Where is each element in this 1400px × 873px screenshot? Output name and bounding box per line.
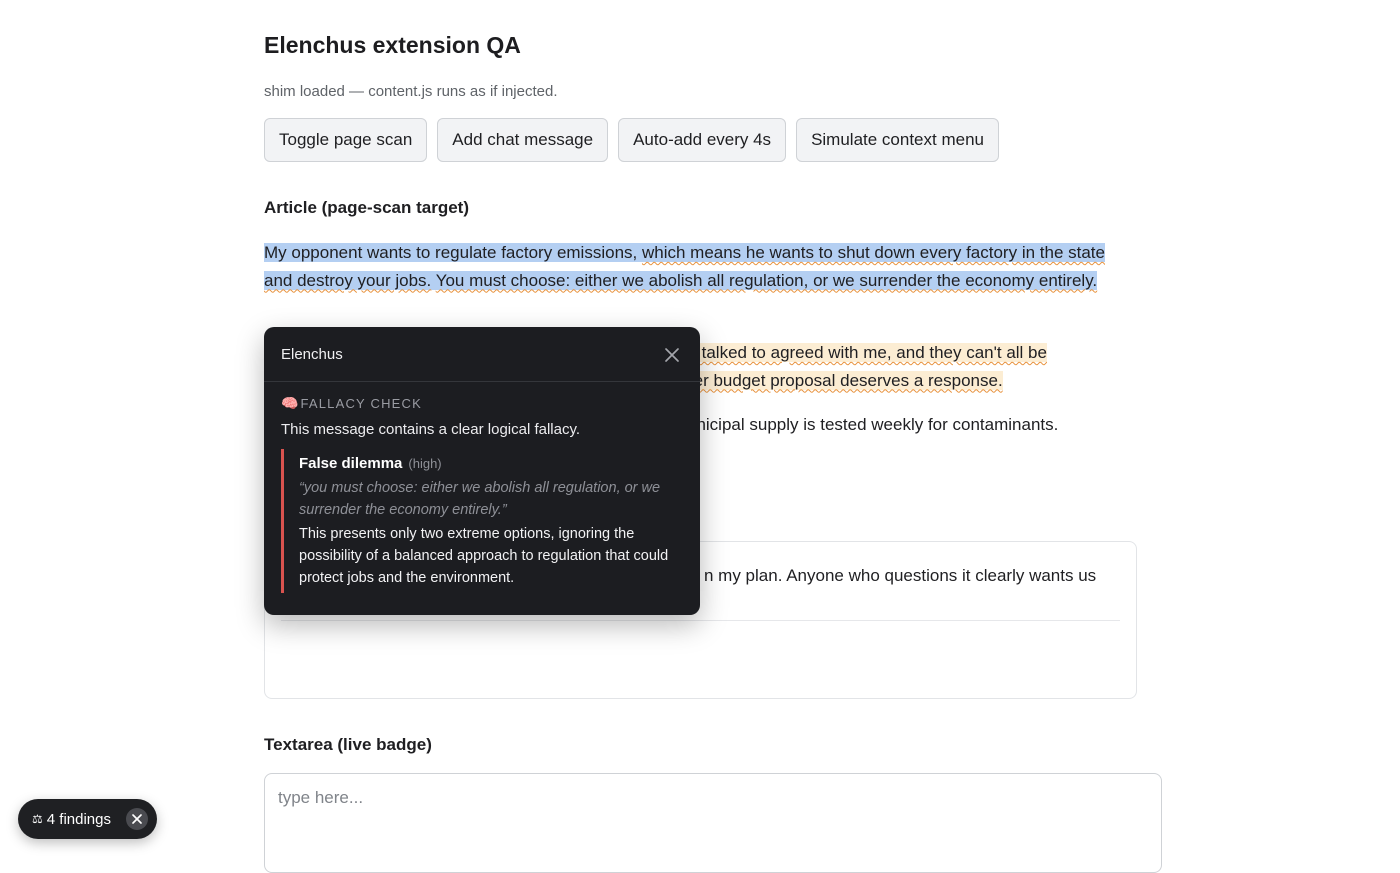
page-title: Elenchus extension QA bbox=[264, 32, 521, 58]
popup-title: Elenchus bbox=[281, 346, 343, 363]
finding-card: False dilemma (high) “you must choose: ei… bbox=[281, 449, 683, 593]
brain-icon: 🧠 bbox=[281, 395, 299, 411]
textarea-heading: Textarea (live badge) bbox=[264, 735, 432, 754]
article-paragraph-1[interactable]: My opponent wants to regulate factory em… bbox=[264, 239, 1124, 294]
finding-name: False dilemma (high) bbox=[299, 455, 442, 472]
close-icon[interactable] bbox=[662, 345, 682, 365]
auto-add-button[interactable]: Auto-add every 4s bbox=[618, 118, 787, 162]
badge-close-icon[interactable] bbox=[126, 808, 148, 830]
chat-divider bbox=[281, 620, 1120, 621]
finding-quote: “you must choose: either we abolish all … bbox=[299, 480, 661, 518]
toolbar: Toggle page scan Add chat message Auto-a… bbox=[264, 118, 999, 162]
flagged-span-2[interactable]: n her budget proposal deserves a respons… bbox=[670, 370, 1003, 390]
elenchus-popup: Elenchus 🧠 FALLACY CHECK This message co… bbox=[264, 327, 700, 615]
toggle-page-scan-button[interactable]: Toggle page scan bbox=[264, 118, 428, 162]
simulate-context-menu-button[interactable]: Simulate context menu bbox=[796, 118, 999, 162]
fallacy-check-label: 🧠 FALLACY CHECK bbox=[281, 395, 423, 411]
popup-summary: This message contains a clear logical fa… bbox=[281, 421, 581, 438]
findings-badge[interactable]: ⚖ 4 findings bbox=[18, 799, 157, 839]
popup-header: Elenchus bbox=[264, 327, 700, 382]
flagged-span-1[interactable]: e I talked to agreed with me, and they c… bbox=[678, 343, 1047, 362]
selected-text: My opponent wants to regulate factory em… bbox=[264, 243, 1105, 290]
scales-icon: ⚖ bbox=[32, 812, 43, 826]
severity-label: (high) bbox=[408, 456, 442, 471]
findings-count: 4 findings bbox=[46, 810, 111, 828]
live-badge-textarea[interactable] bbox=[264, 773, 1162, 873]
add-chat-message-button[interactable]: Add chat message bbox=[437, 118, 609, 162]
flagged-span-false-dilemma[interactable]: You must choose: either we abolish all r… bbox=[436, 271, 1097, 290]
status-text: shim loaded — content.js runs as if inje… bbox=[264, 83, 558, 100]
finding-explanation: This presents only two extreme options, … bbox=[299, 526, 669, 586]
article-heading: Article (page-scan target) bbox=[264, 198, 469, 217]
